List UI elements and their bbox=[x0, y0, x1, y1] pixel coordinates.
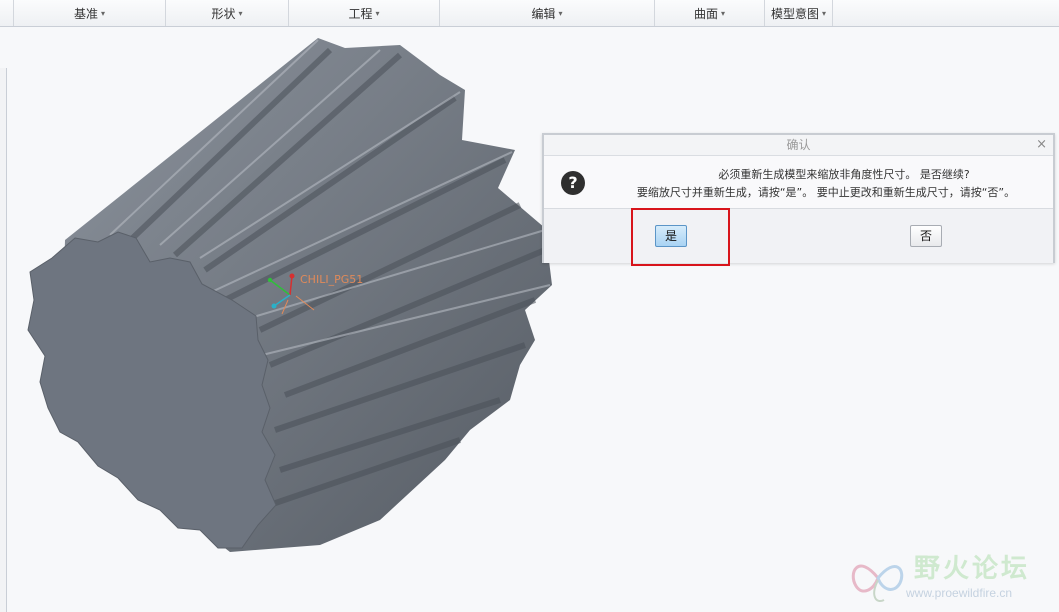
ribbon-group-label: 曲面 bbox=[693, 6, 718, 21]
chevron-down-icon: ▾ bbox=[558, 8, 563, 18]
ribbon-group-bar: 基准 ▾ 形状 ▾ 工程 ▾ 编辑 ▾ 曲面 ▾ 模型意图 ▾ bbox=[0, 0, 1059, 27]
watermark: 野火论坛 www.proewildfire.cn bbox=[848, 548, 1053, 608]
ribbon-group-label: 编辑 bbox=[531, 6, 556, 21]
watermark-name: 野火论坛 bbox=[914, 554, 1031, 584]
dialog-body: ? 必须重新生成模型来缩放非角度性尺寸。 是否继续? 要缩放尺寸并重新生成，请按… bbox=[544, 156, 1053, 209]
dialog-title: 确认 bbox=[786, 138, 811, 152]
dialog-button-row: 是 否 bbox=[544, 209, 1053, 263]
ribbon-group-label: 模型意图 bbox=[770, 6, 819, 21]
annotation-highlight-box bbox=[631, 208, 730, 266]
ribbon-group-editing[interactable]: 编辑 ▾ bbox=[440, 0, 655, 26]
ribbon-group-shapes[interactable]: 形状 ▾ bbox=[166, 0, 289, 26]
csys-label: CHILI_PG51 bbox=[300, 273, 364, 286]
ribbon-group-model-intent[interactable]: 模型意图 ▾ bbox=[765, 0, 833, 26]
ribbon-group-edge bbox=[0, 0, 14, 26]
watermark-url: www.proewildfire.cn bbox=[906, 586, 1013, 600]
confirm-dialog: 确认 × ? 必须重新生成模型来缩放非角度性尺寸。 是否继续? 要缩放尺寸并重新… bbox=[542, 133, 1055, 263]
ribbon-group-engineering[interactable]: 工程 ▾ bbox=[289, 0, 440, 26]
chevron-down-icon: ▾ bbox=[375, 8, 380, 18]
chevron-down-icon: ▾ bbox=[822, 8, 827, 18]
ribbon-group-datum[interactable]: 基准 ▾ bbox=[14, 0, 166, 26]
close-icon[interactable]: × bbox=[1036, 135, 1047, 155]
dialog-title-bar[interactable]: 确认 × bbox=[544, 135, 1053, 156]
ribbon-group-surfaces[interactable]: 曲面 ▾ bbox=[655, 0, 765, 26]
chevron-down-icon: ▾ bbox=[238, 8, 243, 18]
question-icon: ? bbox=[561, 171, 585, 195]
model-viewport[interactable] bbox=[0, 27, 1059, 612]
butterfly-logo-icon bbox=[851, 564, 904, 602]
ribbon-group-label: 工程 bbox=[348, 6, 373, 21]
chevron-down-icon: ▾ bbox=[101, 8, 106, 18]
dialog-message-line1: 必须重新生成模型来缩放非角度性尺寸。 是否继续? bbox=[718, 168, 970, 181]
ribbon-group-label: 基准 bbox=[73, 6, 98, 21]
no-button[interactable]: 否 bbox=[910, 225, 942, 247]
ribbon-group-label: 形状 bbox=[211, 6, 236, 21]
chevron-down-icon: ▾ bbox=[721, 8, 726, 18]
dialog-message-line2: 要缩放尺寸并重新生成，请按“是”。 要中止更改和重新生成尺寸，请按“否”。 bbox=[636, 186, 1016, 199]
